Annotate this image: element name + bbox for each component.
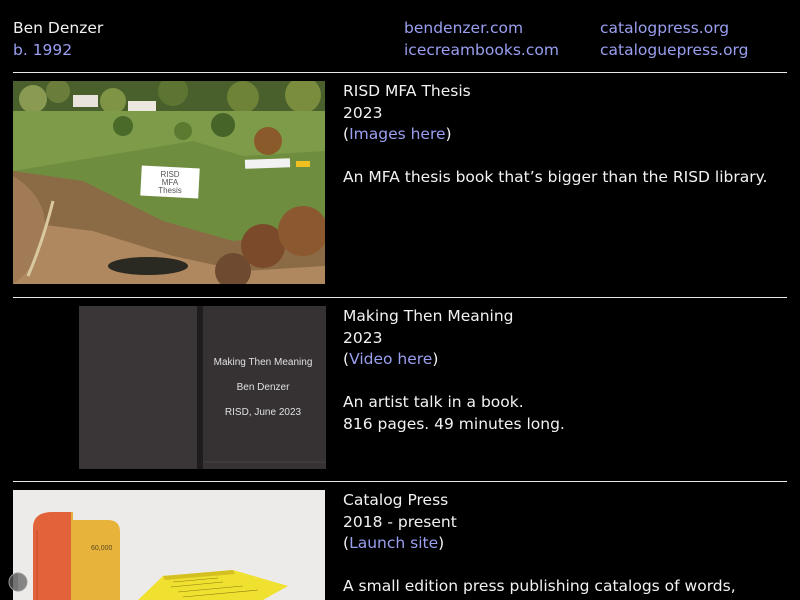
project-description: An artist talk in a book. — [343, 393, 524, 411]
link-catalogpress[interactable]: catalogpress.org — [600, 19, 729, 37]
project-description: An MFA thesis book that’s bigger than th… — [343, 168, 768, 186]
link-cataloguepress[interactable]: cataloguepress.org — [600, 41, 749, 59]
project-link-line: (Video here) — [343, 350, 439, 368]
header-identity: Ben Denzer b. 1992 — [13, 18, 103, 61]
divider — [13, 481, 787, 482]
svg-text:60,000: 60,000 — [91, 545, 113, 552]
project-title: RISD MFA Thesis — [343, 82, 471, 100]
link-icecreambooks[interactable]: icecreambooks.com — [404, 41, 559, 59]
images-link[interactable]: Images here — [349, 125, 445, 143]
project-image-catalog-press[interactable]: 60,000 — [13, 490, 325, 600]
project-title: Catalog Press — [343, 491, 449, 509]
divider — [13, 72, 787, 73]
project-entry: Making Then Meaning Ben Denzer RISD, Jun… — [13, 306, 787, 471]
site-owner-name: Ben Denzer — [13, 19, 104, 37]
project-description: A small edition press publishing catalog… — [343, 577, 736, 595]
project-title: Making Then Meaning — [343, 307, 514, 325]
video-link[interactable]: Video here — [349, 350, 432, 368]
project-image-making-then-meaning[interactable]: Making Then Meaning Ben Denzer RISD, Jun… — [79, 306, 326, 469]
project-entry: 60,000 Catalog Press 2018 - present (Lau… — [13, 490, 787, 600]
svg-text:Making Then Meaning: Making Then Meaning — [214, 357, 313, 368]
project-text: RISD MFA Thesis 2023 (Images here) An MF… — [343, 81, 783, 189]
header-links-primary: bendenzer.com icecreambooks.com — [404, 18, 559, 61]
project-entry: RISD MFA Thesis RISD MFA Thesis 2023 (Im… — [13, 81, 787, 286]
divider — [13, 297, 787, 298]
book-photo: Making Then Meaning Ben Denzer RISD, Jun… — [79, 306, 326, 469]
site-header: Ben Denzer b. 1992 bendenzer.com icecrea… — [13, 18, 787, 61]
project-year: 2023 — [343, 103, 383, 122]
svg-text:RISD, June 2023: RISD, June 2023 — [225, 407, 302, 418]
catalog-books-photo: 60,000 — [13, 490, 325, 600]
svg-text:Ben Denzer: Ben Denzer — [237, 382, 290, 393]
launch-site-link[interactable]: Launch site — [349, 534, 438, 552]
project-description-detail: 816 pages. 49 minutes long. — [343, 414, 565, 433]
globe-icon[interactable] — [8, 572, 28, 592]
project-text: Making Then Meaning 2023 (Video here) An… — [343, 306, 783, 435]
aerial-field-photo: RISD MFA Thesis — [13, 81, 325, 284]
project-link-line: (Images here) — [343, 125, 452, 143]
svg-text:Thesis: Thesis — [158, 186, 182, 195]
project-image-risd-thesis[interactable]: RISD MFA Thesis — [13, 81, 325, 284]
project-link-line: (Launch site) — [343, 534, 445, 552]
birth-year: b. 1992 — [13, 40, 73, 59]
project-year: 2023 — [343, 328, 383, 347]
link-bendenzer[interactable]: bendenzer.com — [404, 19, 523, 37]
project-text: Catalog Press 2018 - present (Launch sit… — [343, 490, 783, 598]
header-links-secondary: catalogpress.org cataloguepress.org — [600, 18, 749, 61]
project-year: 2018 - present — [343, 512, 457, 531]
